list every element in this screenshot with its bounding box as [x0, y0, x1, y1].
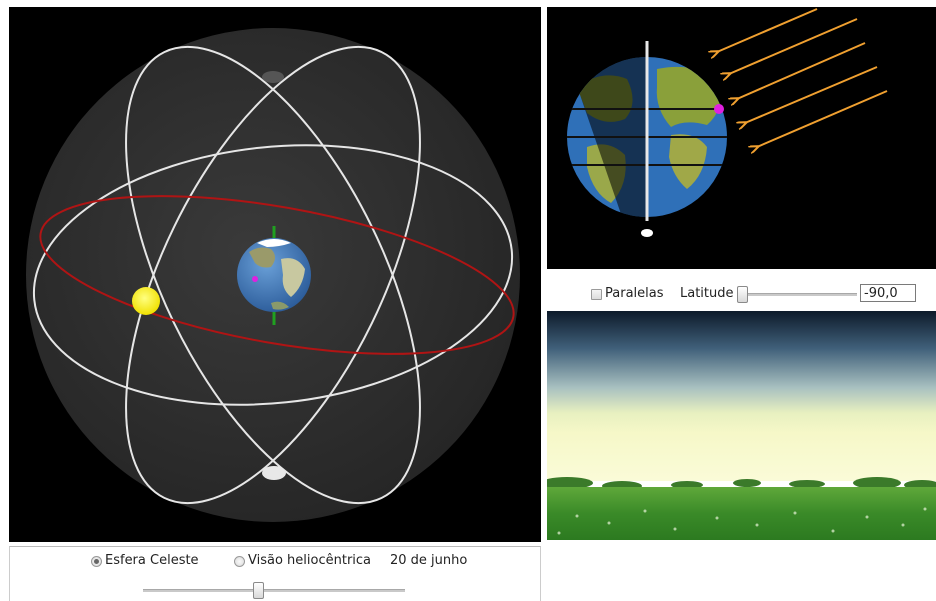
axis-pole-marker	[641, 229, 653, 237]
date-slider-thumb[interactable]	[253, 582, 264, 599]
esfera-celeste-label: Esfera Celeste	[105, 553, 199, 568]
celestial-sphere-svg	[26, 28, 520, 522]
earth-illumination-svg	[567, 8, 888, 237]
latitude-slider[interactable]	[737, 285, 857, 303]
view-controls: Esfera Celeste Visão heliocêntrica 20 de…	[9, 546, 541, 601]
earth-icon	[237, 238, 311, 312]
observer-marker	[252, 276, 258, 282]
north-celestial-pole	[262, 71, 284, 83]
grass-field	[547, 487, 936, 540]
latitude-input[interactable]	[860, 284, 916, 302]
celestial-sphere-view[interactable]	[9, 7, 541, 542]
date-label: 20 de junho	[390, 553, 468, 568]
latitude-slider-thumb[interactable]	[737, 286, 748, 303]
sun-icon[interactable]	[132, 287, 160, 315]
latitude-controls: Paralelas Latitude	[547, 283, 936, 307]
visao-heliocentrica-label: Visão heliocêntrica	[248, 553, 372, 568]
sky-horizon-view	[547, 311, 936, 540]
observer-marker	[714, 104, 724, 114]
paralelas-checkbox[interactable]	[591, 289, 602, 300]
sky	[547, 311, 936, 481]
sky-horizon-svg	[547, 311, 936, 540]
visao-heliocentrica-radio[interactable]	[234, 556, 245, 567]
latitude-label: Latitude	[680, 286, 734, 301]
date-slider[interactable]	[143, 581, 405, 599]
paralelas-label: Paralelas	[605, 286, 664, 301]
south-celestial-pole	[262, 466, 286, 480]
earth-illumination-view	[547, 7, 936, 269]
sun-rays	[717, 8, 888, 147]
esfera-celeste-radio[interactable]	[91, 556, 102, 567]
